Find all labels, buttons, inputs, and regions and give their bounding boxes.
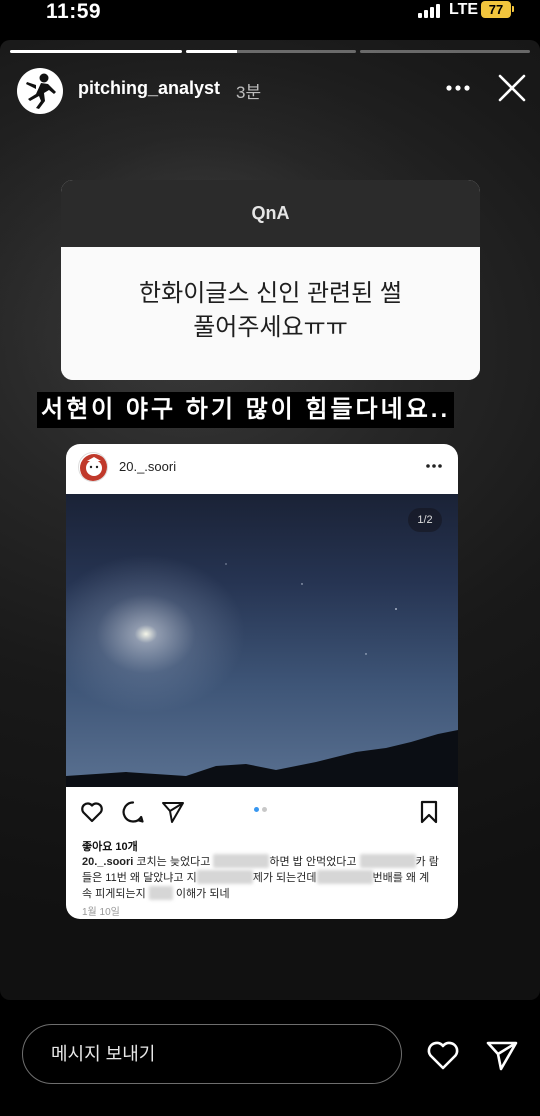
moon-glow bbox=[66, 554, 246, 714]
qna-question-line-1: 한화이글스 신인 관련된 썰 bbox=[139, 280, 402, 307]
caption-text: 코치는 늦었다고 bbox=[136, 856, 211, 868]
post-more-button[interactable] bbox=[424, 458, 444, 474]
carousel-dot bbox=[254, 807, 259, 812]
story-progress-bar-2 bbox=[186, 50, 356, 53]
paper-plane-icon bbox=[162, 802, 184, 823]
post-avatar[interactable] bbox=[78, 452, 108, 482]
story-progress-bar-1 bbox=[10, 50, 182, 53]
status-bar: 11:59 LTE 77 bbox=[0, 0, 540, 40]
network-type: LTE bbox=[449, 1, 479, 18]
heart-icon bbox=[81, 802, 103, 823]
redacted-text bbox=[148, 886, 173, 900]
caption-text: 하면 밥 안먹었다고 bbox=[269, 856, 357, 868]
story-progress-bar-3 bbox=[360, 50, 530, 53]
caption-username[interactable]: 20._.soori bbox=[82, 856, 133, 868]
close-icon bbox=[498, 74, 526, 102]
qna-title: QnA bbox=[61, 180, 480, 247]
character-avatar-icon bbox=[80, 454, 107, 481]
reply-bar bbox=[0, 1000, 540, 1116]
qna-question: 한화이글스 신인 관련된 썰 풀어주세요ㅠㅠ bbox=[61, 247, 480, 380]
send-button[interactable] bbox=[484, 1038, 520, 1072]
qna-sticker[interactable]: QnA 한화이글스 신인 관련된 썰 풀어주세요ㅠㅠ bbox=[61, 180, 480, 380]
shared-post[interactable]: 20._.soori 1/2 좋아요 10개 20._.soori 코치는 늦었… bbox=[66, 444, 458, 919]
comment-button[interactable] bbox=[120, 799, 146, 825]
pitcher-logo-icon bbox=[26, 73, 56, 109]
close-button[interactable] bbox=[496, 72, 528, 104]
likes-count[interactable]: 좋아요 10개 bbox=[82, 838, 138, 854]
bookmark-icon bbox=[420, 800, 438, 824]
carousel-dots bbox=[252, 807, 272, 813]
caption-text: 번배를 왜 계 bbox=[372, 872, 430, 884]
battery-icon: 77 bbox=[481, 1, 511, 18]
redacted-text bbox=[359, 854, 416, 868]
redacted-text bbox=[316, 870, 373, 884]
carousel-dot bbox=[262, 807, 267, 812]
story-caption: 서현이 야구 하기 많이 힘들다네요.. bbox=[37, 392, 507, 428]
story-caption-text: 서현이 야구 하기 많이 힘들다네요.. bbox=[37, 392, 455, 428]
post-photo[interactable]: 1/2 bbox=[66, 494, 458, 787]
story-content[interactable]: pitching_analyst 3분 QnA 한화이글스 신인 관련된 썰 풀… bbox=[0, 40, 540, 1000]
story-viewer-screen: 11:59 LTE 77 pitching_analyst 3분 QnA 한화이… bbox=[0, 0, 540, 1116]
story-like-button[interactable] bbox=[425, 1038, 461, 1072]
story-username[interactable]: pitching_analyst bbox=[78, 78, 220, 99]
more-horizontal-icon bbox=[446, 85, 470, 91]
redacted-text bbox=[196, 870, 253, 884]
caption-text: 카 bbox=[415, 856, 426, 868]
status-time: 11:59 bbox=[46, 0, 102, 23]
progress-fill bbox=[10, 50, 182, 53]
save-button[interactable] bbox=[416, 799, 442, 825]
caption-text: 이해가 되네 bbox=[175, 888, 230, 900]
more-horizontal-icon bbox=[426, 464, 442, 468]
progress-fill bbox=[186, 50, 237, 53]
caption-text: 제가 되는건데 bbox=[252, 872, 317, 884]
paper-plane-icon bbox=[486, 1041, 518, 1071]
signal-icon bbox=[418, 4, 442, 18]
heart-icon bbox=[427, 1041, 459, 1070]
carousel-page-indicator: 1/2 bbox=[408, 508, 442, 532]
post-date: 1월 10일 bbox=[82, 907, 120, 918]
comment-icon bbox=[122, 801, 144, 823]
like-button[interactable] bbox=[79, 799, 105, 825]
profile-avatar[interactable] bbox=[17, 68, 63, 114]
qna-question-line-2: 풀어주세요ㅠㅠ bbox=[193, 314, 348, 341]
post-caption: 20._.soori 코치는 늦었다고 하면 밥 안먹었다고 카 람들은 11번… bbox=[82, 854, 442, 902]
caption-text: 속 피게되는지 bbox=[82, 888, 146, 900]
post-username[interactable]: 20._.soori bbox=[119, 459, 176, 474]
share-button[interactable] bbox=[160, 799, 186, 825]
more-options-button[interactable] bbox=[444, 76, 472, 100]
battery-tip bbox=[512, 6, 514, 12]
redacted-text bbox=[213, 854, 270, 868]
message-input[interactable] bbox=[22, 1024, 402, 1084]
post-actions-bar bbox=[66, 787, 458, 831]
story-timestamp: 3분 bbox=[236, 83, 262, 102]
